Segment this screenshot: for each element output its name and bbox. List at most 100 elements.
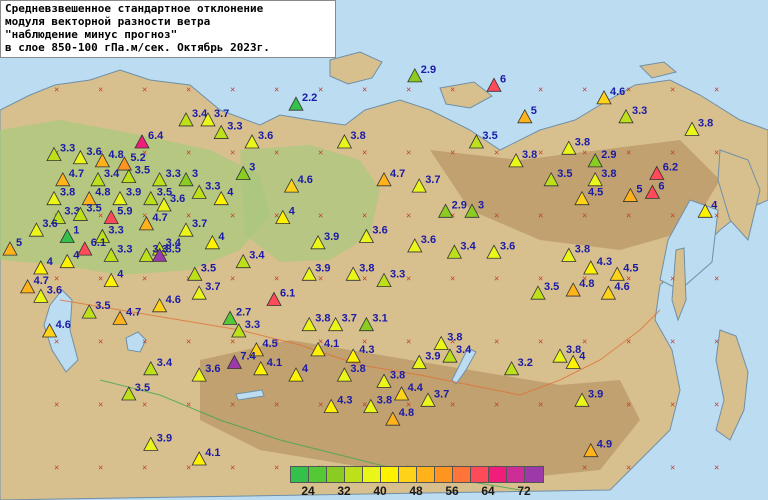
graticule-mark: × [494,274,499,284]
title-line: Средневзвешенное стандартное отклонение [5,2,264,15]
station-value: 3 [249,162,255,174]
graticule-mark: × [714,337,719,347]
graticule-mark: × [142,85,147,95]
graticule-mark: × [538,337,543,347]
graticule-mark: × [714,211,719,221]
station-value: 4.6 [56,319,71,331]
graticule-mark: × [670,148,675,158]
graticule-mark: × [186,400,191,410]
graticule-mark: × [98,400,103,410]
graticule-mark: × [626,211,631,221]
graticule-mark: × [670,400,675,410]
station-value: 3.8 [315,313,330,325]
color-scale-cell [417,467,435,482]
station-value: 3.1 [372,313,387,325]
station-value: 3.5 [86,202,101,214]
color-scale-label: 56 [445,484,459,498]
station-value: 3.3 [227,121,242,133]
station-value: 2.9 [452,199,467,211]
station-value: 3.6 [372,225,387,237]
station-value: 3.8 [350,363,365,375]
station-value: 3.5 [135,382,150,394]
graticule-mark: × [450,274,455,284]
graticule-mark: × [142,463,147,473]
color-scale-cell [435,467,453,482]
color-scale-cell [525,467,543,482]
graticule-mark: × [54,85,59,95]
graticule-mark: × [142,400,147,410]
graticule-mark: × [450,148,455,158]
graticule-mark: × [274,274,279,284]
graticule-mark: × [54,337,59,347]
graticule-mark: × [670,274,675,284]
station-value: 3.5 [482,130,497,142]
station-value: 4.8 [108,149,123,161]
station-value: 3.6 [205,363,220,375]
color-scale-cell [399,467,417,482]
graticule-mark: × [538,400,543,410]
station-value: 4.5 [262,338,277,350]
graticule-mark: × [318,148,323,158]
station-value: 4.7 [69,168,84,180]
station-value: 5.2 [130,152,145,164]
color-scale-label: 48 [409,484,423,498]
color-scale-cell [471,467,489,482]
graticule-mark: × [714,148,719,158]
graticule-mark: × [626,85,631,95]
map-title: Средневзвешенное стандартное отклонение … [0,0,336,58]
station-value: 3.8 [698,117,713,129]
station-value: 3.4 [249,250,265,262]
graticule-mark: × [54,274,59,284]
color-scale-cell [327,467,345,482]
graticule-mark: × [274,463,279,473]
color-scale-cell [453,467,471,482]
graticule-mark: × [582,463,587,473]
graticule-mark: × [406,337,411,347]
station-value: 3.5 [557,168,572,180]
station-value: 3.5 [544,281,559,293]
station-value: 3.4 [104,168,120,180]
station-value: 4.9 [597,439,612,451]
station-value: 3.8 [390,369,405,381]
graticule-mark: × [494,337,499,347]
station-value: 4.3 [597,256,612,268]
station-value: 3.8 [60,187,75,199]
title-line: в слое 850-100 гПа.м/сек. Октябрь 2023г. [5,41,270,54]
graticule-mark: × [142,337,147,347]
graticule-mark: × [450,400,455,410]
station-value: 3.8 [575,136,590,148]
graticule-mark: × [626,400,631,410]
station-value: 3.2 [518,357,533,369]
map-canvas: × × × × × × × × × × × × × × × × × × × × × × × × × × × × × × × × × × × × × × × ×… [0,0,768,500]
color-scale-label: 24 [301,484,315,498]
station-value: 4.6 [298,174,313,186]
station-value: 3.3 [632,105,647,117]
graticule-mark: × [450,85,455,95]
station-value: 4.6 [614,281,629,293]
station-value: 4 [218,231,225,243]
station-value: 5 [636,184,642,196]
station-value: 3.5 [95,300,110,312]
graticule-mark: × [54,463,59,473]
graticule-mark: × [406,148,411,158]
station-value: 3.7 [214,108,229,120]
graticule-mark: × [230,148,235,158]
weather-map: × × × × × × × × × × × × × × × × × × × × × × × × × × × × × × × × × × × × × × × ×… [0,0,768,500]
station-value: 4.6 [166,294,181,306]
graticule-mark: × [230,274,235,284]
station-value: 4 [302,363,309,375]
station-value: 3.9 [425,351,440,363]
station-value: 4 [227,187,234,199]
station-value: 3.8 [447,332,462,344]
graticule-mark: × [362,148,367,158]
color-scale-bar [290,466,544,483]
station-value: 4 [579,351,586,363]
graticule-mark: × [582,337,587,347]
station-value: 3.4 [157,357,173,369]
graticule-mark: × [670,211,675,221]
station-value: 4.8 [95,187,110,199]
graticule-mark: × [274,85,279,95]
station-value: 4 [73,250,80,262]
graticule-mark: × [362,85,367,95]
station-value: 6.1 [91,237,106,249]
